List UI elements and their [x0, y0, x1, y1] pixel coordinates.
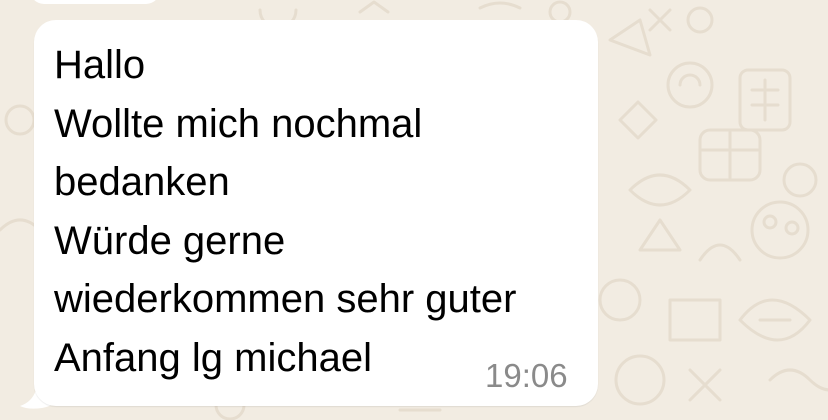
message-line: Würde gerne: [54, 218, 286, 263]
message-line: Wollte mich nochmal: [54, 101, 423, 146]
message-line: bedanken: [54, 160, 230, 204]
message-text: Hallo Wollte mich nochmal bedanken Würde…: [54, 36, 584, 387]
message-line: Hallo: [54, 43, 146, 87]
message-line: wiederkommen sehr guter: [54, 277, 517, 321]
message-timestamp: 19:06: [485, 357, 568, 394]
previous-message-bubble-edge: [30, 0, 160, 4]
